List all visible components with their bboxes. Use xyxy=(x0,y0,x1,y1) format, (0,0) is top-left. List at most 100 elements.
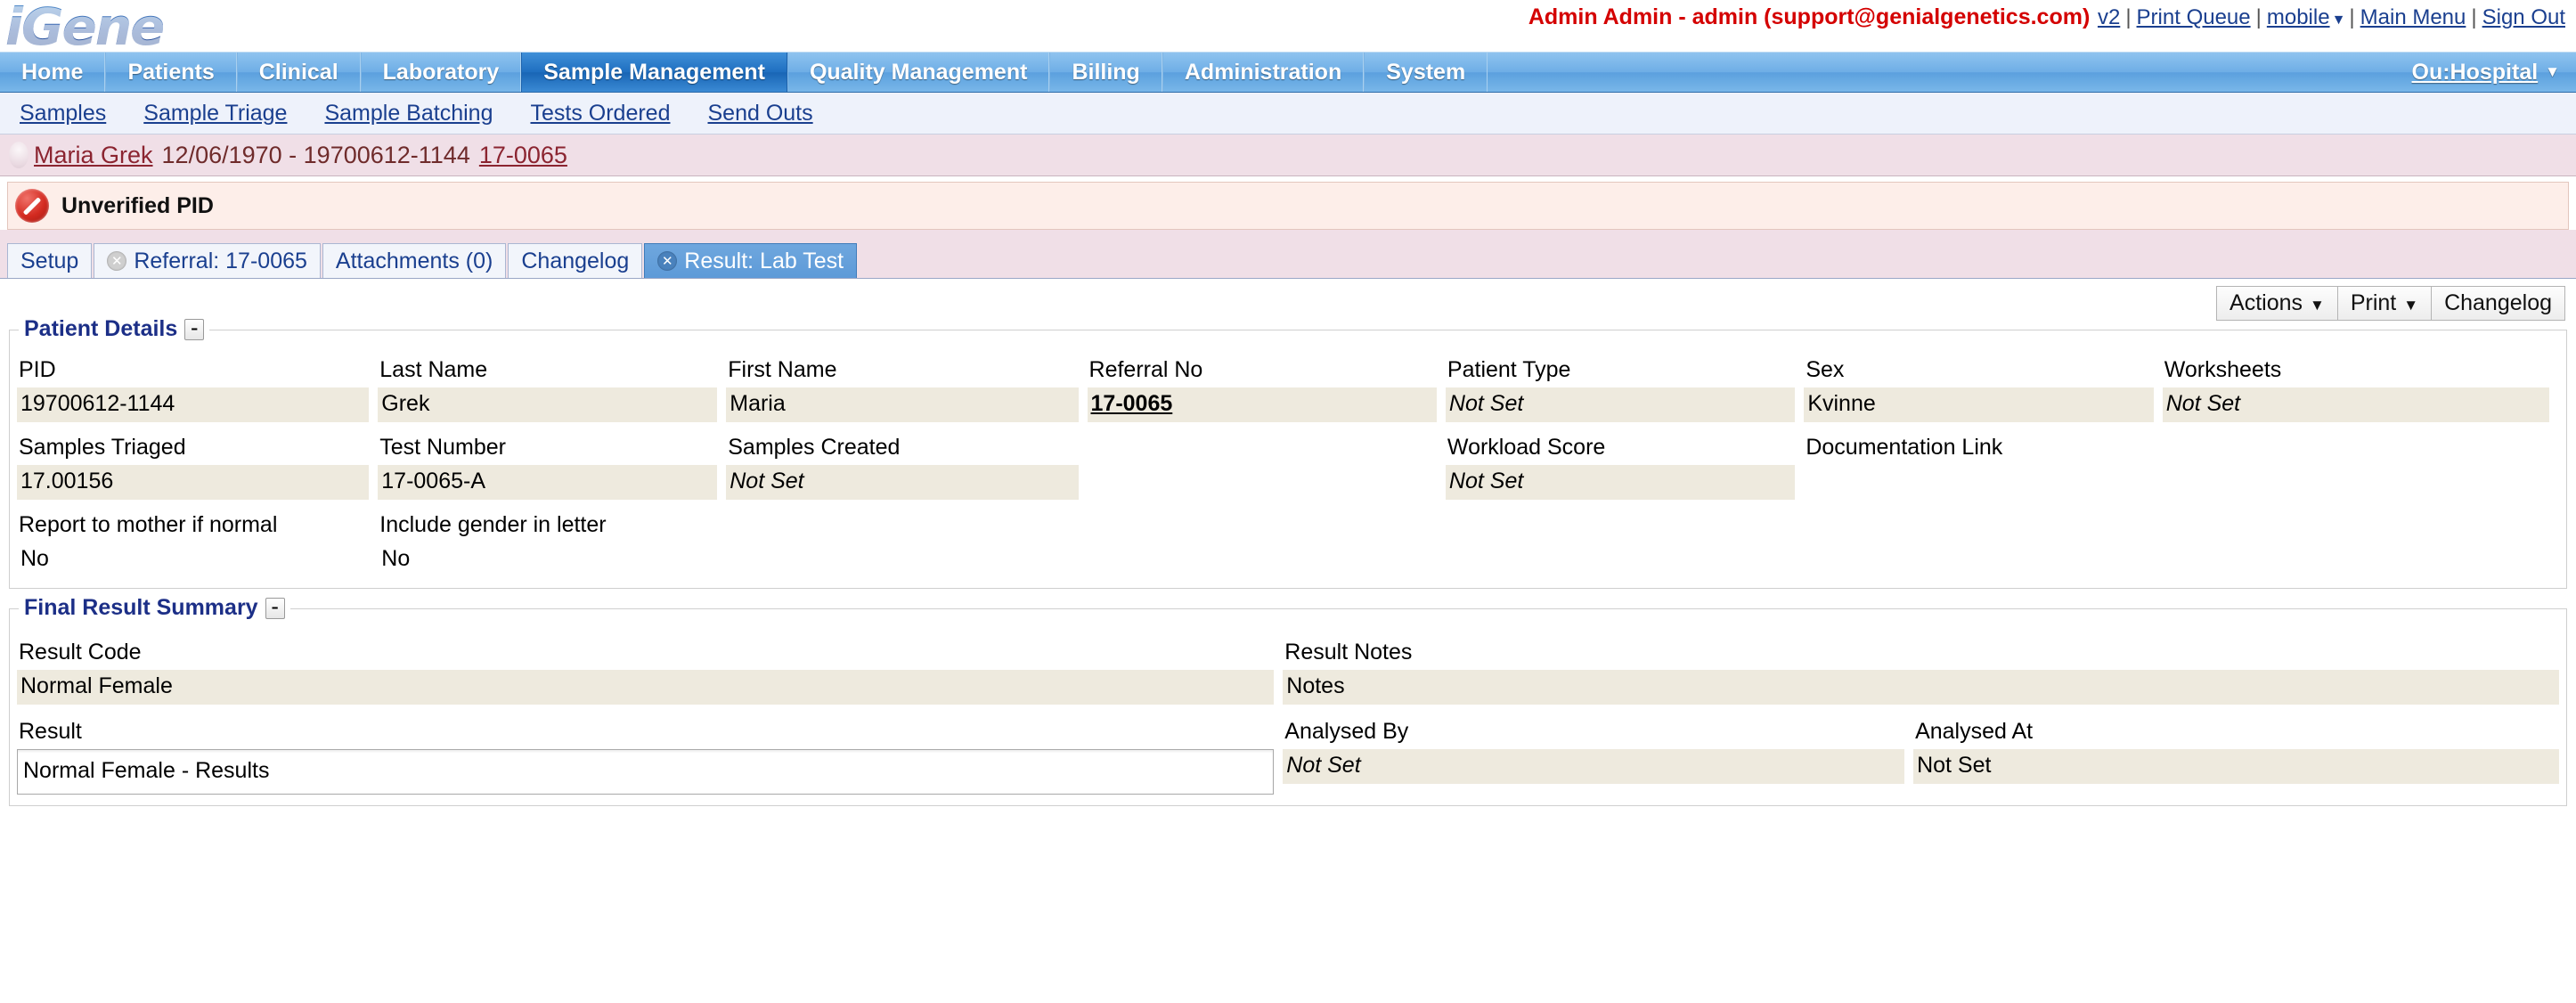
close-icon[interactable]: ✕ xyxy=(107,251,127,271)
field-last-name: Last Name Grek xyxy=(378,357,726,422)
field-pid: PID 19700612-1144 xyxy=(17,357,378,422)
changelog-button[interactable]: Changelog xyxy=(2431,286,2565,321)
field-label: Documentation Link xyxy=(1806,435,2003,460)
changelog-button-label: Changelog xyxy=(2444,290,2552,315)
field-spacer xyxy=(1088,435,1446,500)
mobile-link[interactable]: mobile xyxy=(2267,5,2330,29)
main-menu-link[interactable]: Main Menu xyxy=(2360,5,2466,29)
field-value xyxy=(1088,465,1437,497)
field-label xyxy=(2163,435,2549,465)
collapse-toggle-icon[interactable]: – xyxy=(265,597,285,619)
tab-result-lab-test[interactable]: ✕ Result: Lab Test xyxy=(644,243,858,278)
link-separator: | xyxy=(2255,5,2262,29)
not-set-text: Not Set xyxy=(1286,753,1361,778)
field-value: Not Set xyxy=(1445,465,1796,500)
subnav-item-sample-triage[interactable]: Sample Triage xyxy=(143,101,287,126)
main-navigation: Home Patients Clinical Laboratory Sample… xyxy=(0,52,2576,93)
link-separator: | xyxy=(2471,5,2477,29)
field-report-to-mother-if-normal: Report to mother if normal No xyxy=(17,512,378,577)
alert-message: Unverified PID xyxy=(61,192,214,218)
field-label: Patient Type xyxy=(1447,357,1571,382)
field-value: 19700612-1144 xyxy=(17,387,370,422)
field-label: Sex xyxy=(1806,357,1845,382)
result-input[interactable]: Normal Female - Results xyxy=(17,749,1275,795)
field-value: 17-0065-A xyxy=(378,465,718,500)
field-label: Result Notes xyxy=(1284,640,1413,665)
tab-attachments[interactable]: Attachments (0) xyxy=(322,243,507,278)
referral-no-link[interactable]: 17-0065 xyxy=(1091,391,1173,416)
field-label: PID xyxy=(19,357,56,382)
final-result-row-1: Result Code Normal Female Result Notes N… xyxy=(17,640,2559,705)
field-label: Result xyxy=(19,719,82,744)
nav-item-quality-management[interactable]: Quality Management xyxy=(787,53,1050,92)
collapse-toggle-icon[interactable]: – xyxy=(184,318,205,340)
nav-item-patients[interactable]: Patients xyxy=(105,53,237,92)
final-result-summary-section: Final Result Summary – Result Code Norma… xyxy=(9,595,2567,806)
field-value: Not Set xyxy=(2162,387,2549,422)
final-result-row-2: Result Normal Female - Results Analysed … xyxy=(17,719,2559,795)
print-button[interactable]: Print ▼ xyxy=(2336,286,2433,321)
field-label: Worksheets xyxy=(2164,357,2282,382)
current-user-label: Admin Admin - admin (support@genialgenet… xyxy=(1528,4,2091,29)
field-value xyxy=(1804,465,2153,497)
link-separator: | xyxy=(2125,5,2132,29)
field-label: Referral No xyxy=(1088,357,1203,382)
close-icon[interactable]: ✕ xyxy=(657,251,678,271)
field-label: Include gender in letter xyxy=(379,512,607,537)
subnav-item-tests-ordered[interactable]: Tests Ordered xyxy=(530,101,670,126)
organisation-selector[interactable]: Ou:Hospital ▼ xyxy=(2396,53,2576,92)
nav-item-clinical[interactable]: Clinical xyxy=(236,53,361,92)
subnav-item-sample-batching[interactable]: Sample Batching xyxy=(324,101,493,126)
patient-details-legend: Patient Details – xyxy=(19,316,210,342)
tab-label: Referral: 17-0065 xyxy=(134,248,307,273)
tab-label: Setup xyxy=(20,248,79,273)
field-label: Report to mother if normal xyxy=(19,512,278,537)
tab-label: Result: Lab Test xyxy=(684,248,844,273)
field-result-notes: Result Notes Notes xyxy=(1283,640,2559,705)
patient-details-row-3: Report to mother if normal No Include ge… xyxy=(17,512,2559,577)
tab-bar: Setup ✕ Referral: 17-0065 Attachments (0… xyxy=(0,230,2576,279)
nav-item-administration[interactable]: Administration xyxy=(1162,53,1365,92)
subnav-item-samples[interactable]: Samples xyxy=(20,101,106,126)
not-set-text: Not Set xyxy=(730,469,804,493)
nav-item-laboratory[interactable]: Laboratory xyxy=(360,53,522,92)
patient-name-link[interactable]: Maria Grek xyxy=(34,142,153,169)
field-value: Grek xyxy=(378,387,718,422)
user-links-bar: Admin Admin - admin (support@genialgenet… xyxy=(1528,4,2567,30)
field-value xyxy=(2163,465,2549,497)
actions-button[interactable]: Actions ▼ xyxy=(2216,286,2338,321)
tab-changelog[interactable]: Changelog xyxy=(508,243,643,278)
nav-item-sample-management[interactable]: Sample Management xyxy=(521,53,787,92)
nav-item-system[interactable]: System xyxy=(1364,53,1488,92)
sub-navigation: Samples Sample Triage Sample Batching Te… xyxy=(0,93,2576,135)
field-value: Normal Female xyxy=(17,670,1275,705)
patient-details-row-2: Samples Triaged 17.00156 Test Number 17-… xyxy=(17,435,2559,500)
tab-label: Attachments (0) xyxy=(335,248,493,273)
field-first-name: First Name Maria xyxy=(726,357,1087,422)
field-result-code: Result Code Normal Female xyxy=(17,640,1283,705)
tab-setup[interactable]: Setup xyxy=(7,243,93,278)
print-queue-link[interactable]: Print Queue xyxy=(2137,5,2251,29)
field-analysed-by: Analysed By Not Set xyxy=(1283,719,1913,795)
print-button-label: Print xyxy=(2350,290,2397,315)
field-value: Not Set xyxy=(1445,387,1796,422)
tab-referral[interactable]: ✕ Referral: 17-0065 xyxy=(94,243,321,278)
nav-item-billing[interactable]: Billing xyxy=(1049,53,1162,92)
page-toolbar: Actions ▼ Print ▼ Changelog xyxy=(0,279,2576,326)
field-value: Notes xyxy=(1283,670,2559,705)
field-documentation-link: Documentation Link xyxy=(1804,435,2162,500)
v2-link[interactable]: v2 xyxy=(2098,5,2120,29)
field-label: Analysed At xyxy=(1915,719,2034,744)
organisation-label: Ou:Hospital xyxy=(2411,59,2539,85)
field-samples-created: Samples Created Not Set xyxy=(726,435,1087,500)
top-header: iGene Admin Admin - admin (support@genia… xyxy=(0,0,2576,57)
sign-out-link[interactable]: Sign Out xyxy=(2482,5,2565,29)
patient-referral-link[interactable]: 17-0065 xyxy=(479,142,567,169)
nav-item-home[interactable]: Home xyxy=(0,53,106,92)
chevron-down-icon: ▼ xyxy=(2545,63,2560,80)
field-referral-no: Referral No 17-0065 xyxy=(1087,357,1446,422)
igene-logo[interactable]: iGene xyxy=(5,0,165,57)
final-result-summary-legend: Final Result Summary – xyxy=(19,595,290,621)
subnav-item-send-outs[interactable]: Send Outs xyxy=(708,101,813,126)
chevron-down-icon: ▼ xyxy=(2310,297,2325,314)
